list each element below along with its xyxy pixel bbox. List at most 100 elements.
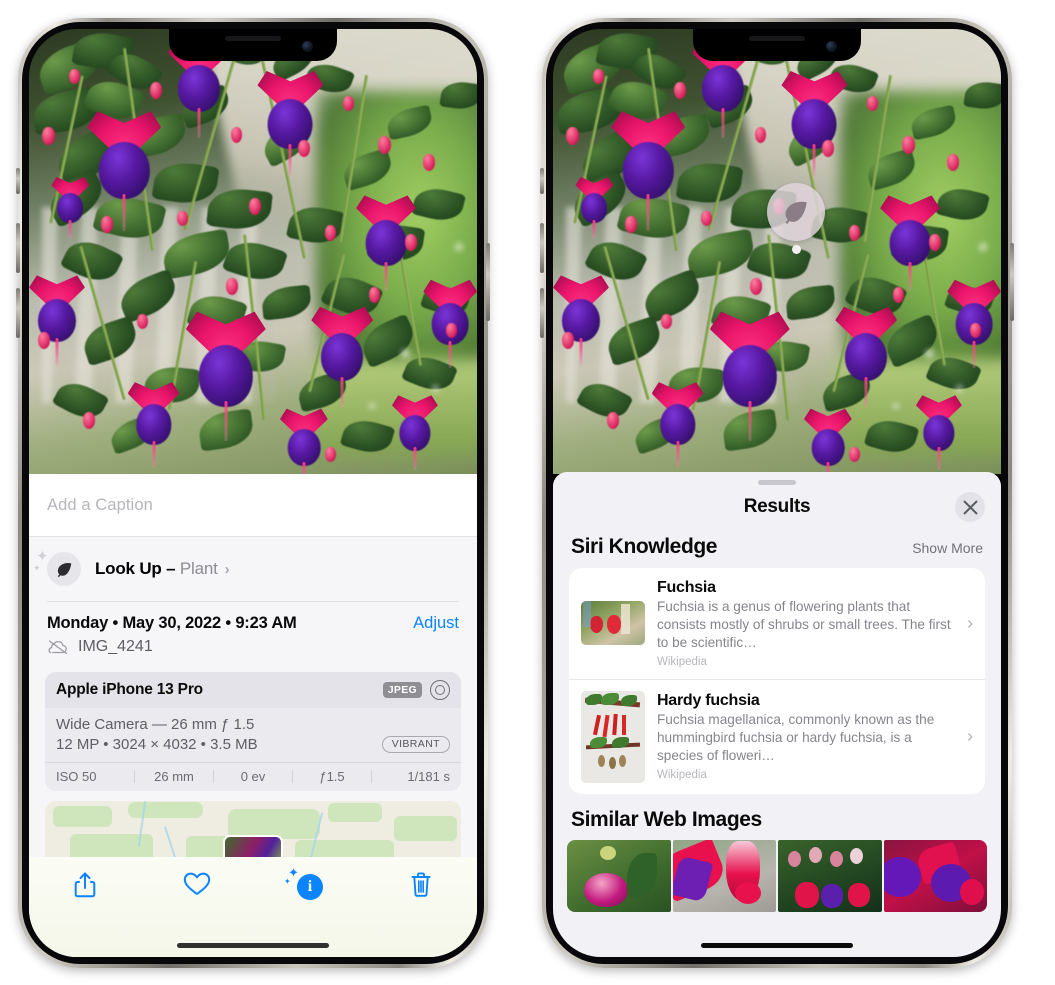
right-screen: Results Siri Knowledge Show More Fuchsia… — [553, 29, 1001, 957]
list-item[interactable]: Fuchsia Fuchsia is a genus of flowering … — [569, 568, 985, 679]
visual-lookup-button[interactable]: ✦ ✦ i — [253, 866, 365, 901]
pink-white-fuchsia-thumbnail[interactable] — [567, 839, 671, 912]
left-screen: Add a Caption ✦ ✦ Look Up – Plant › Mond… — [29, 29, 477, 957]
sparkle-small-icon: ✦ — [33, 563, 41, 573]
result-source: Wikipedia — [657, 655, 707, 668]
photo-detail — [566, 126, 580, 145]
close-icon[interactable] — [955, 492, 985, 522]
similar-web-images-header: Similar Web Images — [553, 794, 1001, 840]
favorite-button[interactable] — [141, 871, 253, 897]
show-more-button[interactable]: Show More — [912, 540, 983, 556]
camera-device-name: Apple iPhone 13 Pro — [56, 680, 203, 698]
photo-detail — [37, 331, 50, 349]
earpiece-speaker — [225, 36, 281, 41]
camera-lens-line: Wide Camera — 26 mm ƒ 1.5 — [56, 715, 255, 733]
location-map[interactable] — [45, 800, 461, 865]
photo-detail — [969, 322, 981, 338]
photo-detail — [848, 224, 860, 241]
look-up-row[interactable]: ✦ ✦ Look Up – Plant › — [29, 536, 477, 601]
delete-button[interactable] — [365, 871, 477, 898]
fuchsia-bush-thumbnail[interactable] — [778, 839, 882, 912]
chevron-right-icon: › — [224, 561, 230, 578]
camera-info-card[interactable]: Apple iPhone 13 Pro JPEG Wide Camera — 2… — [45, 671, 461, 791]
photo-detail — [561, 331, 574, 349]
volume-down-button[interactable] — [540, 288, 544, 338]
photo-detail — [445, 322, 457, 338]
flower — [127, 381, 180, 468]
right-phone: Results Siri Knowledge Show More Fuchsia… — [540, 18, 1014, 968]
result-title: Hardy fuchsia — [657, 692, 760, 710]
photo-detail — [754, 126, 766, 143]
flower — [803, 407, 852, 474]
photo-detail — [606, 411, 619, 429]
volume-up-button[interactable] — [540, 223, 544, 273]
flower — [880, 194, 941, 292]
flower — [651, 381, 704, 468]
home-indicator[interactable] — [177, 943, 329, 948]
photo-detail — [42, 126, 56, 145]
volume-down-button[interactable] — [16, 288, 20, 338]
visual-lookup-badge[interactable] — [767, 183, 825, 241]
lens-icon — [430, 679, 450, 700]
exif-aperture: ƒ1.5 — [319, 768, 345, 784]
list-item[interactable]: Hardy fuchsia Fuchsia magellanica, commo… — [569, 678, 985, 794]
notch — [169, 29, 337, 61]
earpiece-speaker — [749, 36, 805, 41]
photo-viewer[interactable] — [553, 29, 1001, 474]
siri-knowledge-header: Siri Knowledge Show More — [553, 529, 1001, 568]
photo-detail — [660, 313, 672, 329]
similar-images-row — [553, 839, 1001, 912]
photo-date: Monday • May 30, 2022 • 9:23 AM — [47, 613, 297, 632]
results-title: Results — [743, 496, 811, 517]
photo-detail — [149, 82, 162, 100]
notch — [693, 29, 861, 61]
flower — [279, 407, 328, 474]
photo-detail — [978, 242, 987, 251]
flower — [709, 309, 790, 442]
purple-red-fuchsia-thumbnail[interactable] — [883, 839, 987, 912]
share-button[interactable] — [29, 871, 141, 899]
adjust-button[interactable]: Adjust — [413, 614, 459, 633]
look-up-text: Look Up – — [95, 559, 180, 578]
front-camera — [302, 41, 313, 52]
format-badge: JPEG — [382, 681, 422, 698]
exif-focal: 26 mm — [154, 768, 194, 784]
photo-detail — [866, 95, 878, 111]
photo-detail — [324, 224, 336, 241]
hardy-fuchsia-specimen-thumbnail — [581, 690, 645, 783]
photo-info-sheet: Add a Caption ✦ ✦ Look Up – Plant › Mond… — [29, 474, 477, 957]
flower — [185, 309, 266, 442]
exif-iso: ISO 50 — [56, 768, 97, 784]
caption-input-row[interactable]: Add a Caption — [29, 474, 477, 536]
silent-switch[interactable] — [16, 168, 20, 194]
volume-up-button[interactable] — [16, 223, 20, 273]
photo-detail — [230, 126, 242, 143]
flower — [391, 394, 438, 471]
front-camera — [826, 41, 837, 52]
flower — [257, 69, 324, 178]
camera-specs-line: 12 MP • 3024 × 4032 • 3.5 MB — [56, 735, 258, 753]
photo-viewer[interactable] — [29, 29, 477, 474]
flower — [575, 176, 614, 240]
chevron-right-icon: › — [967, 726, 973, 747]
flower — [51, 176, 90, 240]
section-title: Similar Web Images — [571, 807, 762, 831]
photo-toolbar: ✦ ✦ i — [29, 857, 477, 957]
flower — [781, 69, 848, 178]
info-icon: i — [297, 874, 323, 900]
fuchsia-flowers-thumbnail — [581, 601, 645, 646]
look-up-subject: Plant — [179, 559, 218, 578]
caption-placeholder[interactable]: Add a Caption — [47, 496, 153, 515]
power-button[interactable] — [486, 243, 490, 321]
cloud-slash-icon — [47, 639, 69, 655]
photo-detail — [454, 242, 463, 251]
red-fuchsia-closeup-thumbnail[interactable] — [672, 839, 776, 912]
silent-switch[interactable] — [540, 168, 544, 194]
photo-filename: IMG_4241 — [78, 637, 153, 655]
result-title: Fuchsia — [657, 579, 716, 596]
flower — [311, 305, 374, 408]
metadata-section: Monday • May 30, 2022 • 9:23 AM Adjust I… — [29, 601, 477, 865]
home-indicator[interactable] — [701, 943, 853, 948]
power-button[interactable] — [1010, 243, 1014, 321]
leaf-icon: ✦ ✦ — [33, 549, 81, 586]
